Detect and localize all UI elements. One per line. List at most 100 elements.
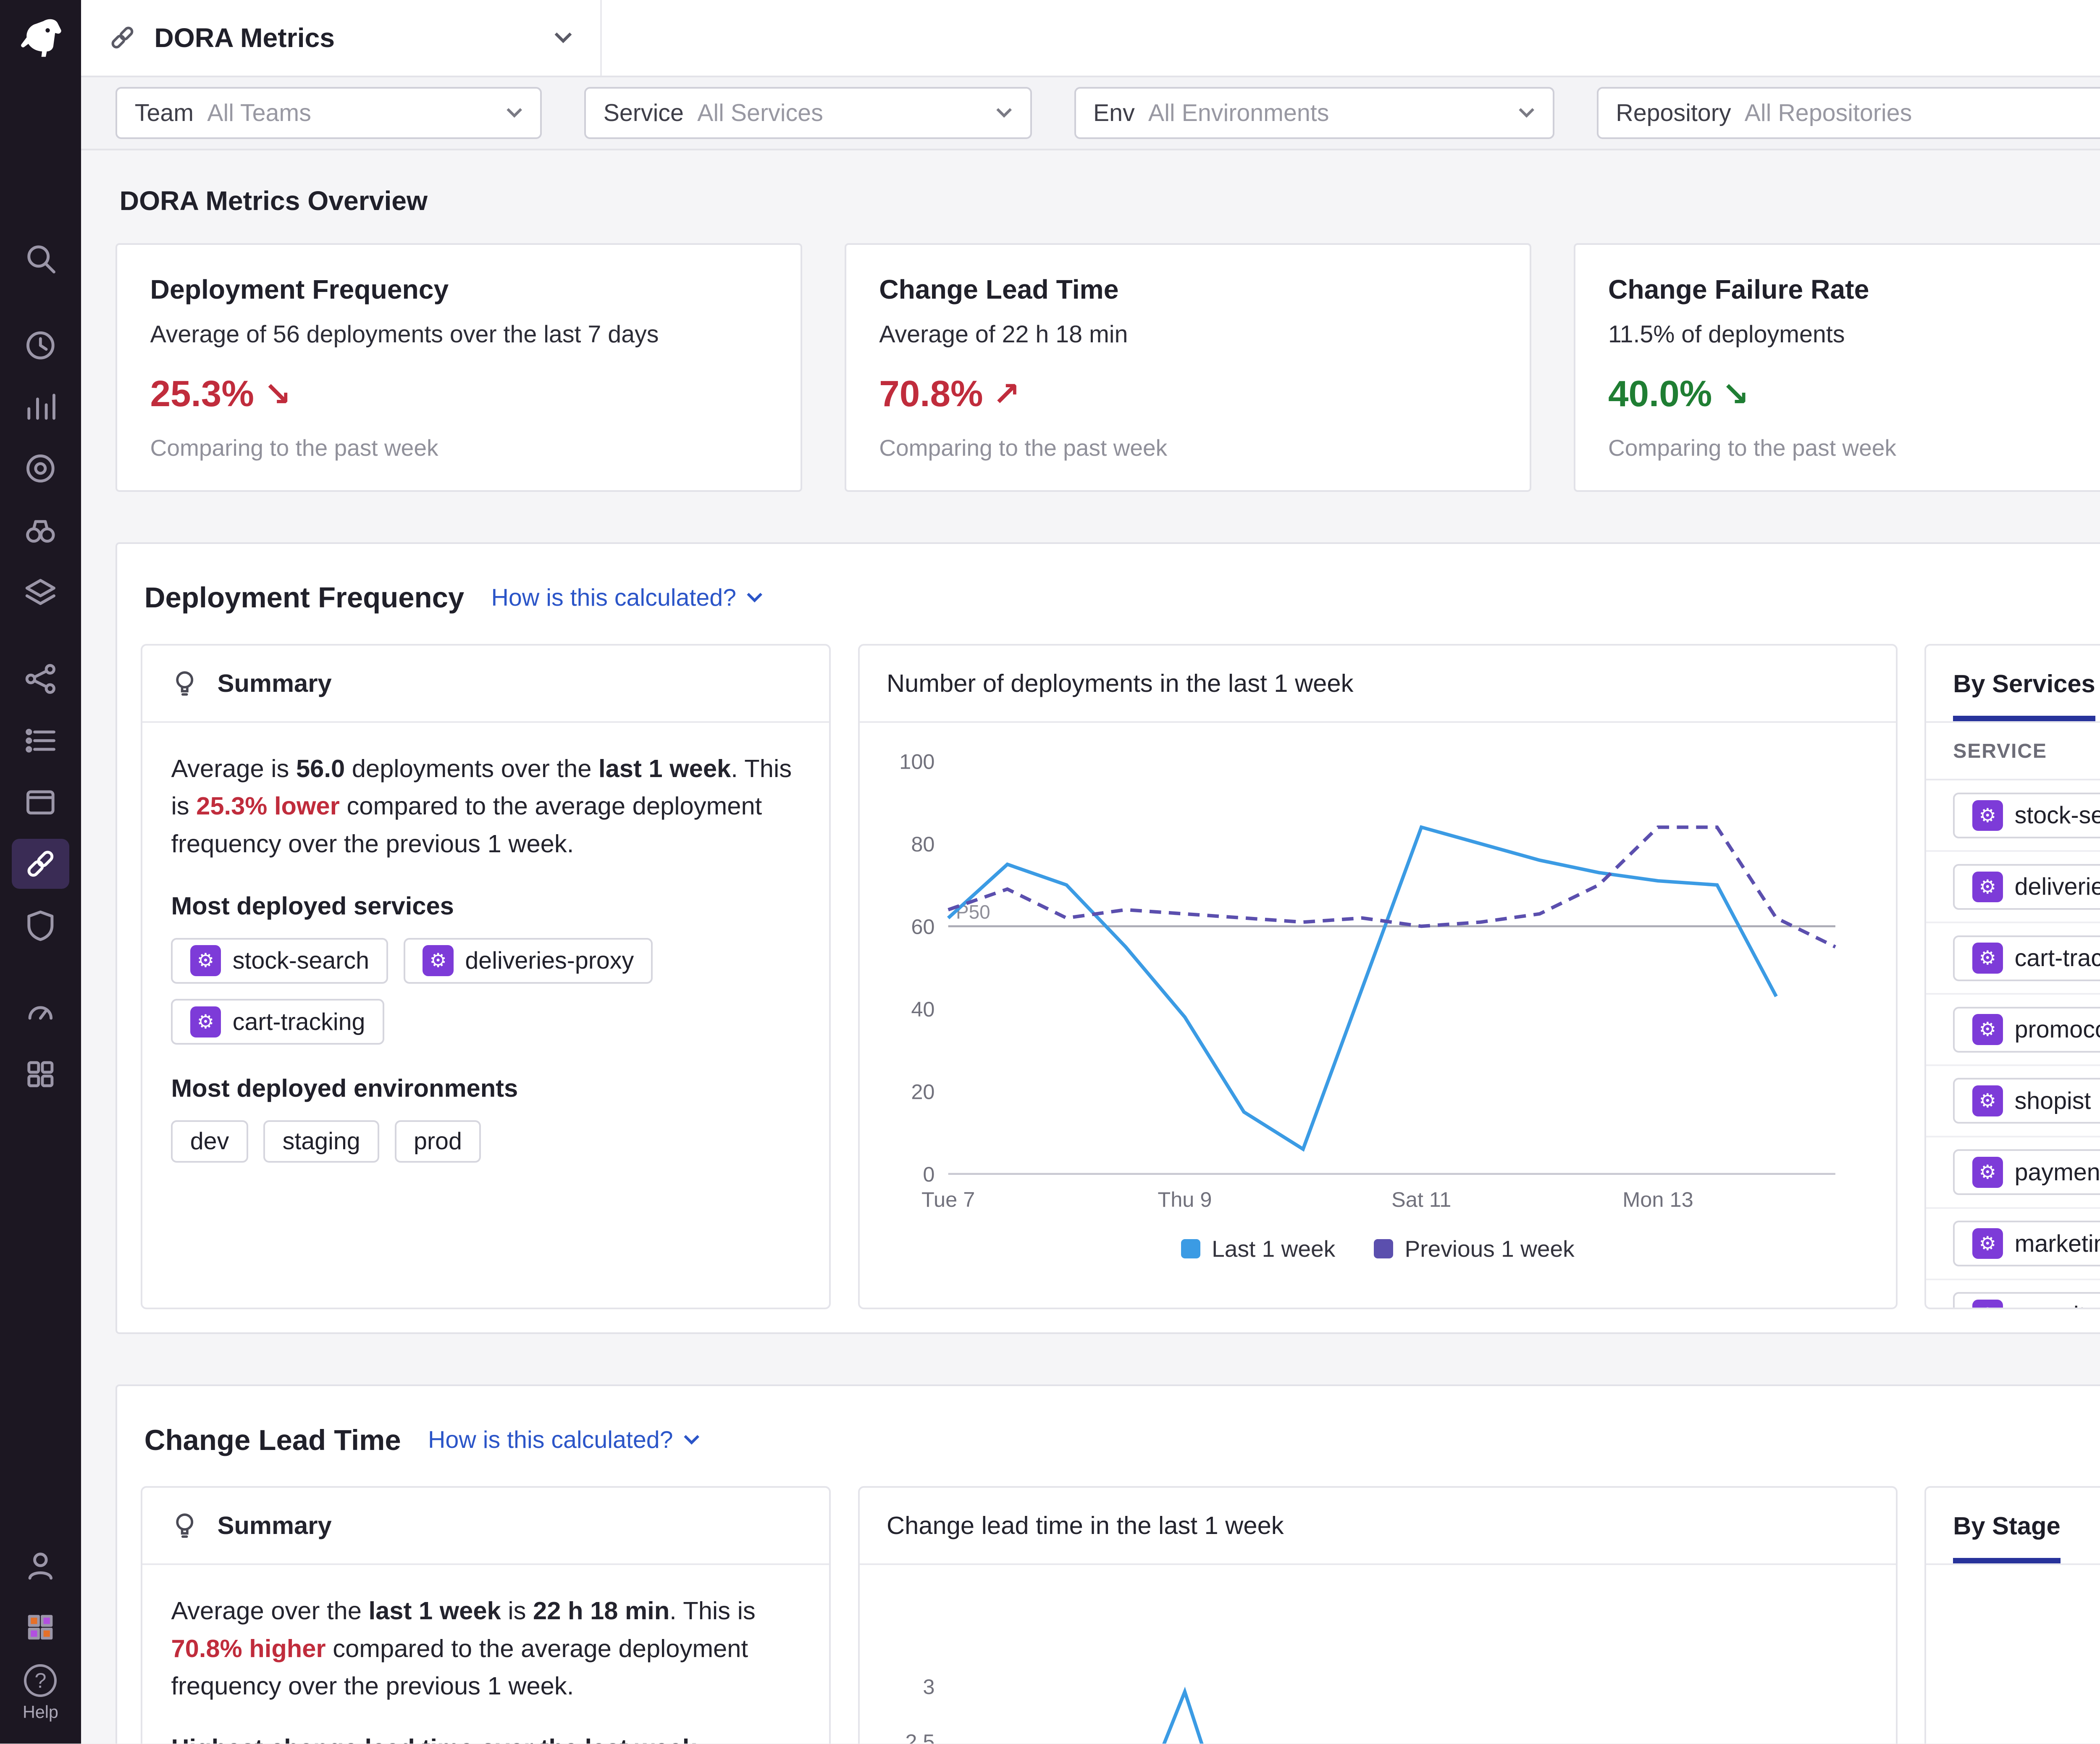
table-row[interactable]: ⚙deliveries-proxy 9.38 18.1% ↘ 4 h 56 mi… (1926, 852, 2100, 923)
sidebar-item-events[interactable] (12, 715, 70, 765)
column-service[interactable]: Service (1953, 739, 2100, 763)
sidebar-item-account[interactable] (12, 1541, 70, 1591)
sidebar-item-security[interactable] (12, 901, 70, 951)
bits-ai-icon (24, 1611, 57, 1644)
section-body: Summary Average over the last 1 week is … (141, 1486, 2100, 1744)
team-filter[interactable]: Team All Teams (116, 87, 542, 139)
service-pill[interactable]: ⚙stock-search (1953, 793, 2100, 838)
deployments-line-chart[interactable]: 020406080100Tue 7Thu 9Sat 11Mon 13P50 (871, 738, 1855, 1224)
metric-card-footer: Comparing to the past week (150, 434, 768, 461)
service-icon: ⚙ (423, 945, 453, 976)
table-row[interactable]: ⚙payments-backend 5.71 14.3% ↘ 6 h 0 min (1926, 1137, 2100, 1209)
svg-text:Tue 7: Tue 7 (921, 1187, 975, 1211)
metric-card-subtitle: 11.5% of deployments (1608, 320, 2100, 348)
repository-filter-label: Repository (1616, 99, 1731, 127)
tab-by-services[interactable]: By Services (1953, 646, 2095, 721)
bar-chart-icon (23, 389, 58, 424)
overview-cards-row: Deployment Frequency Average of 56 deplo… (116, 243, 2100, 492)
service-name: cart-tracking (233, 1008, 365, 1036)
sidebar-item-dashboards[interactable] (12, 988, 70, 1037)
service-pill[interactable]: ⚙promocode-checker (1953, 1007, 2100, 1053)
metric-card-title: Change Lead Time (879, 274, 1497, 305)
stage-pie-area: deploy_time 3h 14m (1926, 1646, 2100, 1744)
section-header: Change Lead Time How is this calculated?… (141, 1409, 2100, 1486)
sidebar-item-apm[interactable] (12, 444, 70, 494)
sidebar-item-search[interactable] (12, 234, 70, 284)
breakdown-tabs: By Stage By Environment (1926, 1488, 2100, 1565)
sidebar-item-help[interactable]: ? Help (12, 1664, 70, 1723)
trend-arrow-icon: ↗ (993, 375, 1020, 413)
page-content: DORA Metrics Overview Deployment Frequen… (81, 150, 2100, 1744)
service-pill[interactable]: ⚙cart-tracking (1953, 935, 2100, 981)
how-calculated-link[interactable]: How is this calculated? (428, 1426, 700, 1454)
chart-legend: Last 1 week Previous 1 week (871, 1235, 1884, 1262)
legend-label: Previous 1 week (1404, 1235, 1574, 1262)
team-filter-value: All Teams (207, 99, 492, 127)
chevron-down-icon (995, 107, 1013, 119)
legend-label: Last 1 week (1212, 1235, 1335, 1262)
dora-link-icon (108, 23, 137, 52)
chart-title: Change lead time in the last 1 week (860, 1488, 1896, 1565)
chevron-down-icon (746, 592, 763, 604)
sidebar-item-synthetics[interactable] (12, 505, 70, 555)
service-pill[interactable]: ⚙security-scanner (1953, 1292, 2100, 1309)
service-pill[interactable]: ⚙marketing-campaigns (1953, 1221, 2100, 1266)
how-calculated-link[interactable]: How is this calculated? (491, 584, 764, 612)
service-name: payments-backend (2015, 1158, 2100, 1186)
section-title: Deployment Frequency (144, 581, 464, 614)
service-icon: ⚙ (1972, 1228, 2003, 1259)
sidebar-item-more-apps[interactable] (12, 1049, 70, 1099)
table-row[interactable]: ⚙marketing-campaigns 4.14 18.9% ↘ 7 h 39… (1926, 1209, 2100, 1280)
table-row[interactable]: ⚙security-scanner 3.47 8.4% ↘ 8 h 16 min (1926, 1280, 2100, 1310)
environment-pill[interactable]: dev (171, 1120, 248, 1163)
service-filter[interactable]: Service All Services (584, 87, 1032, 139)
summary-body: Average is 56.0 deployments over the las… (142, 723, 830, 1186)
sidebar-item-logs[interactable] (12, 567, 70, 617)
sidebar-item-bits-ai[interactable] (12, 1602, 70, 1652)
service-pill[interactable]: ⚙shopist (1953, 1078, 2100, 1124)
lightbulb-icon (169, 1510, 200, 1541)
env-filter[interactable]: Env All Environments (1074, 87, 1554, 139)
sidebar-item-rum[interactable] (12, 777, 70, 827)
lead-time-line-chart[interactable]: 00.511.522.53Tue 7Thu 9Sat 11Mon 13 (871, 1580, 1855, 1744)
table-row[interactable]: ⚙cart-tracking 8.38 9.2% ↗ 5 h 20 min (1926, 923, 2100, 995)
service-pill[interactable]: ⚙cart-tracking (171, 999, 384, 1045)
service-pill[interactable]: ⚙deliveries-proxy (1953, 864, 2100, 910)
service-pill[interactable]: ⚙stock-search (171, 938, 388, 984)
sidebar: ? Help (0, 0, 81, 1744)
sidebar-item-metrics[interactable] (12, 382, 70, 432)
highest-lead-time-heading: Highest change lead time over the last w… (171, 1733, 800, 1744)
table-row[interactable]: ⚙promocode-checker 7.75 13.9% ↘ 5 h 3 mi… (1926, 995, 2100, 1066)
service-pill[interactable]: ⚙payments-backend (1953, 1149, 2100, 1195)
environment-pill[interactable]: staging (263, 1120, 379, 1163)
service-icon: ⚙ (1972, 1085, 2003, 1116)
datadog-logo[interactable] (14, 13, 66, 66)
deployment-frequency-section: Deployment Frequency How is this calcula… (116, 542, 2100, 1334)
browser-window-icon (23, 785, 58, 820)
summary-panel: Summary Average over the last 1 week is … (141, 1486, 831, 1744)
repository-filter[interactable]: Repository All Repositories (1597, 87, 2100, 139)
sidebar-item-software-delivery[interactable] (12, 839, 70, 889)
summary-title: Summary (218, 1511, 332, 1540)
service-icon: ⚙ (1972, 800, 2003, 831)
legend-item-previous-week[interactable]: Previous 1 week (1374, 1235, 1575, 1262)
change-lead-time-section: Change Lead Time How is this calculated?… (116, 1384, 2100, 1744)
grid-icon (23, 1057, 58, 1092)
table-row[interactable]: ⚙shopist 5.86 17.1% ↗ 6 h 24 min (1926, 1066, 2100, 1137)
service-icon: ⚙ (190, 945, 221, 976)
metric-card-value: 70.8%↗ (879, 373, 1497, 415)
table-row[interactable]: ⚙stock-search 11.8 26.6% ↘ 4 h 40 min (1926, 780, 2100, 852)
breakdown-toggle: Lead Time Breakdown Commit Cycle Time (1926, 1592, 2100, 1646)
trend-arrow-icon: ↘ (1722, 375, 1749, 413)
legend-item-last-week[interactable]: Last 1 week (1181, 1235, 1335, 1262)
layers-icon (23, 575, 58, 609)
dashboard-title-dropdown[interactable]: DORA Metrics (81, 0, 602, 76)
sidebar-item-watchdog[interactable] (12, 320, 70, 370)
service-pill[interactable]: ⚙deliveries-proxy (404, 938, 653, 984)
help-icon: ? (24, 1664, 57, 1697)
environment-pill[interactable]: prod (395, 1120, 481, 1163)
sidebar-item-network[interactable] (12, 654, 70, 704)
tab-by-stage[interactable]: By Stage (1953, 1488, 2060, 1563)
svg-text:60: 60 (911, 915, 935, 939)
service-name: security-scanner (2015, 1301, 2100, 1310)
